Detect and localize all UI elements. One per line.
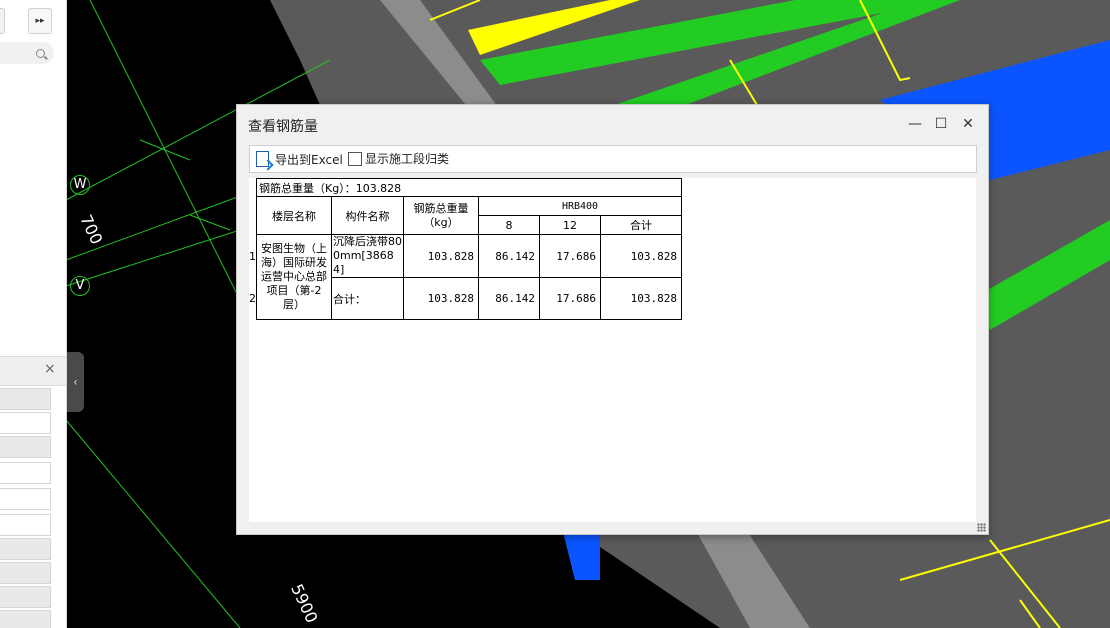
property-row[interactable] (0, 562, 51, 584)
property-row[interactable] (0, 514, 51, 536)
property-row[interactable] (0, 436, 51, 458)
floor-name-cell: 安图生物（上海）国际研发运营中心总部项目（第-2层） (256, 234, 332, 320)
view-rebar-quantity-dialog: 查看钢筋量 — ☐ ✕ 导出到Excel 显示施工段归类 钢筋总重量（Kg）：1… (236, 104, 989, 535)
property-row[interactable] (0, 412, 51, 434)
diameter-12-cell: 17.686 (539, 277, 601, 320)
summary-cell: 钢筋总重量（Kg）：103.828 (256, 178, 682, 197)
maximize-button[interactable]: ☐ (928, 111, 954, 137)
property-panel-header (0, 356, 66, 386)
header-component: 构件名称 (331, 196, 404, 235)
close-icon[interactable]: × (44, 361, 56, 377)
double-chevron-right-icon[interactable]: ▸▸ (28, 8, 52, 34)
property-row[interactable] (0, 388, 51, 410)
property-row[interactable] (0, 488, 51, 510)
search-icon[interactable] (36, 49, 45, 58)
export-excel-button[interactable]: 导出到Excel (256, 149, 343, 169)
table-row[interactable]: 1 安图生物（上海）国际研发运营中心总部项目（第-2层） 沉降后浇带800mm[… (249, 234, 682, 320)
resize-grip-icon[interactable] (977, 523, 986, 532)
header-diameter-12: 12 (539, 215, 601, 235)
header-diameter-8: 8 (478, 215, 540, 235)
close-button[interactable]: ✕ (955, 111, 981, 137)
total-weight-cell: 103.828 (403, 234, 479, 278)
subtotal-cell: 103.828 (600, 277, 682, 320)
report-content: 钢筋总重量（Kg）：103.828 楼层名称 构件名称 钢筋总重量（kg） HR… (249, 178, 976, 522)
row-index: 2 (249, 292, 256, 305)
property-row[interactable] (0, 538, 51, 560)
header-subtotal: 合计 (600, 215, 682, 235)
component-cell: 合计： (331, 277, 404, 320)
header-total-weight: 钢筋总重量（kg） (403, 196, 479, 235)
minimize-button[interactable]: — (902, 111, 928, 137)
property-row[interactable] (0, 610, 51, 628)
diameter-12-cell: 17.686 (539, 234, 601, 278)
axis-marker-v: V (70, 276, 90, 296)
export-excel-label: 导出到Excel (275, 152, 343, 167)
row-index: 1 (249, 249, 256, 263)
show-stage-label: 显示施工段归类 (365, 152, 450, 166)
rebar-table: 钢筋总重量（Kg）：103.828 楼层名称 构件名称 钢筋总重量（kg） HR… (249, 178, 682, 320)
dialog-toolbar: 导出到Excel 显示施工段归类 (249, 145, 977, 173)
axis-marker-w: W (70, 175, 90, 195)
export-excel-icon (256, 151, 269, 167)
property-row[interactable] (0, 462, 51, 484)
show-stage-checkbox[interactable]: 显示施工段归类 (348, 150, 449, 167)
checkbox-box[interactable] (348, 151, 362, 166)
panel-tab-stub[interactable] (0, 8, 5, 34)
subtotal-cell: 103.828 (600, 234, 682, 278)
collapse-panel-tab[interactable]: ‹ (67, 352, 84, 412)
property-row[interactable] (0, 586, 51, 608)
header-floor: 楼层名称 (256, 196, 332, 235)
left-side-panel: ▸▸ × (0, 0, 67, 628)
diameter-8-cell: 86.142 (478, 277, 540, 320)
header-grade: HRB400 (478, 196, 682, 216)
search-input[interactable] (0, 42, 54, 64)
component-cell: 沉降后浇带800mm[38684] (331, 234, 404, 278)
diameter-8-cell: 86.142 (478, 234, 540, 278)
dialog-title: 查看钢筋量 (248, 119, 318, 135)
total-weight-cell: 103.828 (403, 277, 479, 320)
